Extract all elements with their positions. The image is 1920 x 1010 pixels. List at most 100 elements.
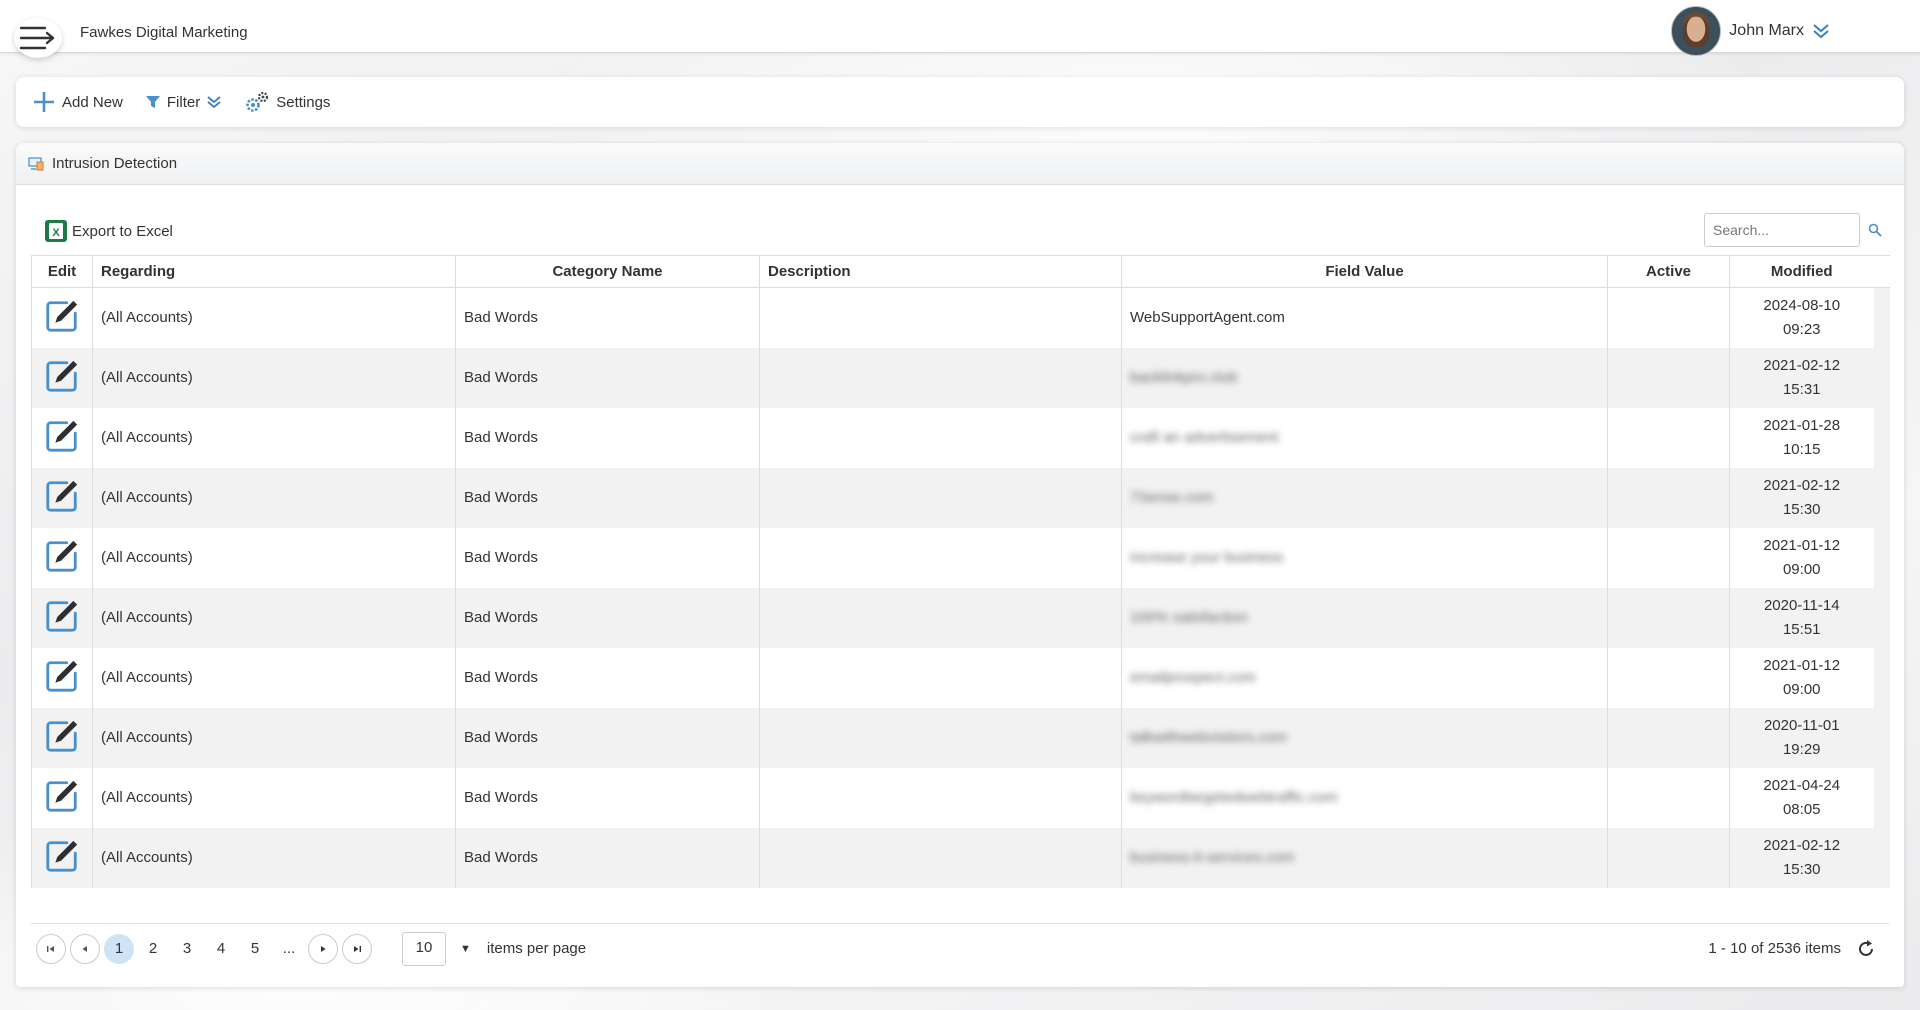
regarding-cell: (All Accounts) — [92, 707, 456, 768]
vertical-scrollbar-track[interactable] — [1873, 587, 1890, 648]
category-cell: Bad Words — [455, 767, 760, 828]
table-row[interactable]: (All Accounts) Bad Words emailprospect.com… — [31, 647, 1890, 708]
vertical-scrollbar-track[interactable] — [1873, 527, 1890, 588]
caret-down-icon[interactable]: ▼ — [460, 943, 471, 955]
previous-page-button[interactable] — [70, 933, 100, 964]
modified-date: 2021-02-12 — [1763, 836, 1841, 854]
page-button-2[interactable]: 2 — [138, 934, 168, 964]
vertical-scrollbar-track[interactable] — [1873, 767, 1890, 828]
edit-pencil-icon[interactable] — [43, 358, 81, 396]
column-header-modified[interactable]: Modified — [1729, 255, 1874, 288]
column-header-edit[interactable]: Edit — [31, 255, 93, 288]
filter-button[interactable]: Filter — [145, 94, 222, 111]
first-page-button[interactable] — [36, 933, 66, 964]
magnifier-icon[interactable] — [1868, 223, 1882, 237]
page-button-1[interactable]: 1 — [104, 933, 134, 964]
field-value-text: keywordtargetedwebtraffic.com — [1130, 789, 1338, 806]
menu-arrow-icon — [19, 26, 55, 50]
column-header-active[interactable]: Active — [1607, 255, 1730, 288]
modified-cell: 2020-11-14 15:51 — [1729, 587, 1874, 648]
vertical-scrollbar-track[interactable] — [1873, 287, 1890, 348]
table-row[interactable]: (All Accounts) Bad Words talkwithwebvisito… — [31, 707, 1890, 768]
vertical-scrollbar-track[interactable] — [1873, 707, 1890, 768]
edit-pencil-icon[interactable] — [43, 298, 81, 336]
table-row[interactable]: (All Accounts) Bad Words WebSupportAgent.c… — [31, 287, 1890, 348]
regarding-cell: (All Accounts) — [92, 407, 456, 468]
description-cell — [759, 407, 1122, 468]
vertical-scrollbar-track[interactable] — [1873, 827, 1890, 888]
modified-date: 2021-01-12 — [1763, 536, 1841, 554]
refresh-icon[interactable] — [1855, 938, 1877, 960]
field-value-cell: backlinkpro.club — [1121, 347, 1608, 408]
vertical-scrollbar-track[interactable] — [1873, 467, 1890, 528]
edit-cell — [31, 467, 93, 528]
grid-header-row: Edit Regarding Category Name Description… — [31, 255, 1890, 288]
edit-pencil-icon[interactable] — [43, 598, 81, 636]
field-value-cell: WebSupportAgent.com — [1121, 287, 1608, 348]
table-row[interactable]: (All Accounts) Bad Words 100% satisfaction… — [31, 587, 1890, 648]
add-new-button[interactable]: Add New — [32, 90, 123, 114]
grid-table: Edit Regarding Category Name Description… — [31, 255, 1890, 888]
excel-icon: X — [45, 220, 67, 242]
edit-cell — [31, 347, 93, 408]
column-header-description[interactable]: Description — [759, 255, 1122, 288]
modified-time: 15:31 — [1782, 380, 1821, 398]
regarding-cell: (All Accounts) — [92, 647, 456, 708]
modified-time: 08:05 — [1782, 800, 1821, 818]
table-row[interactable]: (All Accounts) Bad Words business-it-servi… — [31, 827, 1890, 888]
regarding-cell: (All Accounts) — [92, 587, 456, 648]
export-to-excel-button[interactable]: X Export to Excel — [44, 219, 173, 243]
table-row[interactable]: (All Accounts) Bad Words keywordtargetedwe… — [31, 767, 1890, 828]
modified-date: 2020-11-01 — [1763, 716, 1840, 734]
column-header-regarding[interactable]: Regarding — [92, 255, 456, 288]
description-cell — [759, 767, 1122, 828]
search-input[interactable] — [1704, 213, 1860, 247]
last-page-button[interactable] — [342, 933, 372, 964]
next-page-button[interactable] — [308, 933, 338, 964]
page-button-3[interactable]: 3 — [172, 934, 202, 964]
settings-label: Settings — [276, 93, 331, 111]
field-value-text: WebSupportAgent.com — [1130, 309, 1285, 327]
category-cell: Bad Words — [455, 587, 760, 648]
edit-pencil-icon[interactable] — [43, 718, 81, 756]
active-cell — [1607, 767, 1730, 828]
column-header-field-value[interactable]: Field Value — [1121, 255, 1608, 288]
regarding-cell: (All Accounts) — [92, 467, 456, 528]
edit-pencil-icon[interactable] — [43, 478, 81, 516]
menu-button[interactable] — [14, 18, 62, 58]
table-row[interactable]: (All Accounts) Bad Words backlinkpro.club 2… — [31, 347, 1890, 408]
column-header-category-name[interactable]: Category Name — [455, 255, 760, 288]
active-cell — [1607, 827, 1730, 888]
active-cell — [1607, 707, 1730, 768]
edit-cell — [31, 707, 93, 768]
modified-cell: 2020-11-01 19:29 — [1729, 707, 1874, 768]
panel-header: Intrusion Detection — [16, 143, 1904, 185]
edit-pencil-icon[interactable] — [43, 658, 81, 696]
scrollbar-header-spacer — [1873, 255, 1890, 288]
vertical-scrollbar-track[interactable] — [1873, 347, 1890, 408]
edit-pencil-icon[interactable] — [43, 538, 81, 576]
user-menu[interactable]: John Marx — [1671, 6, 1830, 56]
modified-cell: 2021-02-12 15:30 — [1729, 467, 1874, 528]
table-row[interactable]: (All Accounts) Bad Words increase your bus… — [31, 527, 1890, 588]
modified-time: 15:51 — [1782, 620, 1821, 638]
active-cell — [1607, 467, 1730, 528]
field-value-text: craft an advertisement — [1130, 429, 1279, 446]
vertical-scrollbar-track[interactable] — [1873, 647, 1890, 708]
page-button-4[interactable]: 4 — [206, 934, 236, 964]
settings-button[interactable]: Settings — [244, 90, 330, 114]
vertical-scrollbar-track[interactable] — [1873, 407, 1890, 468]
edit-pencil-icon[interactable] — [43, 418, 81, 456]
table-row[interactable]: (All Accounts) Bad Words craft an advertis… — [31, 407, 1890, 468]
page-button-more[interactable]: ... — [274, 934, 304, 964]
app-title: Fawkes Digital Marketing — [80, 24, 248, 41]
edit-pencil-icon[interactable] — [43, 838, 81, 876]
grid-search — [1704, 213, 1882, 247]
table-row[interactable]: (All Accounts) Bad Words 7Sense.com 2021-02… — [31, 467, 1890, 528]
modified-cell: 2021-01-12 09:00 — [1729, 527, 1874, 588]
edit-cell — [31, 647, 93, 708]
modified-time: 15:30 — [1782, 860, 1821, 878]
page-button-5[interactable]: 5 — [240, 934, 270, 964]
page-size-select[interactable]: 10 — [402, 931, 446, 966]
edit-pencil-icon[interactable] — [43, 778, 81, 816]
